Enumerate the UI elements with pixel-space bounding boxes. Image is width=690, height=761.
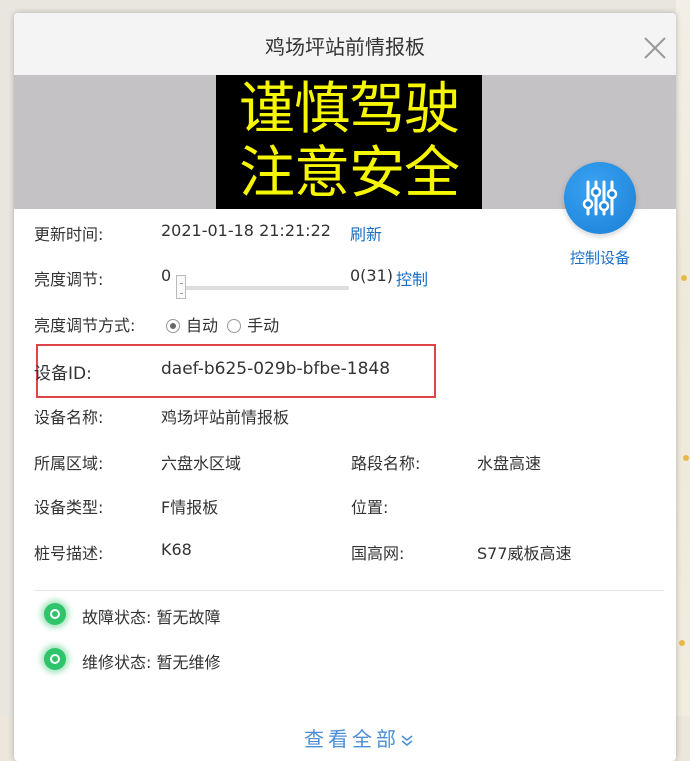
device-id-value: daef-b625-029b-bfbe-1848 — [161, 359, 391, 379]
radio-auto[interactable] — [166, 319, 180, 333]
dialog-header: 鸡场坪站前情报板 — [14, 13, 676, 75]
brightness-control-link[interactable]: 控制 — [396, 266, 428, 290]
control-device-button[interactable] — [564, 162, 636, 234]
radio-manual-label[interactable]: 手动 — [247, 316, 279, 335]
device-id-label: 设备ID: — [34, 364, 92, 384]
update-time-label: 更新时间: — [34, 225, 104, 244]
map-background — [676, 0, 690, 761]
section-divider — [34, 590, 664, 591]
brightness-min: 0 — [161, 266, 172, 285]
radio-auto-label[interactable]: 自动 — [186, 316, 218, 335]
device-info-dialog: 鸡场坪站前情报板 谨慎驾驶 注意安全 控制设备 更新时间: 2021-01-18… — [14, 13, 676, 761]
fault-status-icon — [44, 603, 66, 625]
brightness-value: 0(31) — [350, 266, 394, 285]
brightness-label: 亮度调节: — [34, 270, 104, 289]
close-icon — [644, 37, 666, 59]
chevron-down-double-icon — [401, 735, 413, 747]
stake-value: K68 — [161, 540, 192, 559]
dialog-title: 鸡场坪站前情报板 — [265, 35, 425, 59]
view-all-link[interactable]: 查看全部 — [284, 723, 434, 752]
maintenance-status-text: 维修状态: 暂无维修 — [82, 653, 221, 672]
map-marker — [681, 275, 687, 281]
led-line: 谨慎驾驶 — [239, 77, 460, 142]
region-label: 所属区域: — [34, 454, 104, 473]
road-value: 水盘高速 — [477, 454, 542, 473]
fault-status-text: 故障状态: 暂无故障 — [82, 608, 221, 627]
road-label: 路段名称: — [351, 454, 421, 473]
device-type-label: 设备类型: — [34, 498, 104, 517]
led-line: 注意安全 — [239, 141, 460, 206]
led-sign-display: 谨慎驾驶 注意安全 — [216, 75, 482, 209]
maintenance-status-icon — [44, 648, 66, 670]
brightness-mode-options: 自动 手动 — [166, 312, 279, 336]
device-type-value: F情报板 — [161, 498, 219, 517]
device-name-value: 鸡场坪站前情报板 — [161, 408, 290, 427]
stake-label: 桩号描述: — [34, 544, 104, 563]
sliders-icon — [582, 180, 618, 216]
map-marker — [679, 640, 685, 646]
brightness-mode-label: 亮度调节方式: — [34, 316, 136, 335]
view-all-label: 查看全部 — [304, 727, 400, 751]
refresh-link[interactable]: 刷新 — [350, 221, 382, 245]
close-button[interactable] — [640, 33, 670, 63]
region-value: 六盘水区域 — [161, 454, 242, 473]
device-name-label: 设备名称: — [34, 408, 104, 427]
map-marker — [683, 455, 689, 461]
national-highway-value: S77威板高速 — [477, 544, 572, 563]
brightness-slider-track[interactable] — [182, 286, 349, 290]
control-device-label[interactable]: 控制设备 — [554, 247, 646, 268]
brightness-slider-handle[interactable] — [176, 275, 186, 299]
position-label: 位置: — [351, 498, 389, 517]
radio-manual[interactable] — [227, 319, 242, 333]
update-time-value: 2021-01-18 21:21:22 — [161, 221, 331, 240]
national-highway-label: 国高网: — [351, 544, 405, 563]
